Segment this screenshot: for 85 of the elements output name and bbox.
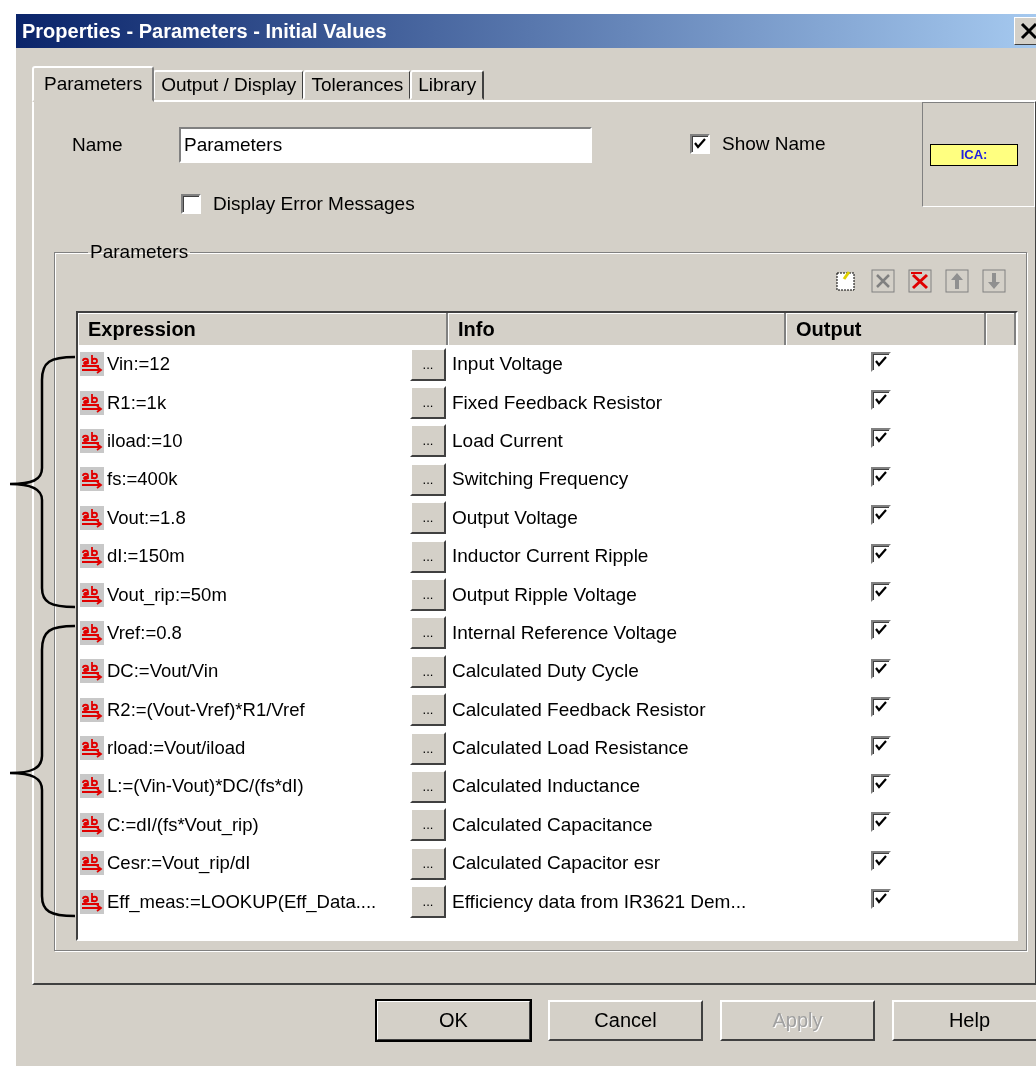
- group-title: Parameters: [89, 241, 190, 263]
- expression-icon: [80, 659, 104, 684]
- ellipsis-button[interactable]: ...: [410, 539, 446, 573]
- ellipsis-button[interactable]: ...: [410, 808, 446, 842]
- expression-icon: [80, 697, 104, 722]
- tab[interactable]: Output / Display: [153, 70, 305, 100]
- info-text: Calculated Capacitor esr: [451, 852, 662, 875]
- dialog-button[interactable]: Help: [892, 1000, 1036, 1041]
- expression-text: Vout:=1.8: [107, 506, 187, 529]
- ellipsis-button[interactable]: ...: [410, 654, 446, 688]
- ellipsis-button[interactable]: ...: [410, 501, 446, 535]
- tab[interactable]: Tolerances: [303, 70, 412, 100]
- expression-text: Vout_rip:=50m: [107, 583, 228, 606]
- ellipsis-button[interactable]: ...: [410, 846, 446, 880]
- info-text: Switching Frequency: [451, 468, 630, 491]
- checkbox-label: Show Name: [722, 133, 826, 155]
- ellipsis-button[interactable]: ...: [410, 770, 446, 803]
- expression-icon: [80, 428, 104, 453]
- ellipsis-button[interactable]: ...: [410, 578, 446, 612]
- expression-icon: [80, 812, 104, 837]
- component-label: ICA:: [930, 143, 1018, 166]
- dialog-button[interactable]: Cancel: [548, 1000, 703, 1041]
- info-text: Fixed Feedback Resistor: [451, 391, 664, 414]
- info-text: Calculated Duty Cycle: [451, 660, 640, 683]
- expression-text: fs:=400k: [107, 468, 179, 491]
- expression-text: R1:=1k: [107, 391, 168, 414]
- expression-text: Vin:=12: [107, 353, 171, 376]
- expression-icon: [80, 582, 104, 607]
- header-blank: [986, 313, 1016, 345]
- expression-text: dI:=150m: [107, 545, 186, 568]
- info-text: Calculated Feedback Resistor: [451, 698, 707, 721]
- ellipsis-button[interactable]: ...: [410, 731, 446, 765]
- expression-text: R2:=(Vout-Vref)*R1/Vref: [107, 698, 306, 721]
- expression-icon: [80, 505, 104, 530]
- delete-icon[interactable]: [871, 269, 895, 293]
- expression-text: rload:=Vout/iload: [107, 737, 247, 760]
- expression-icon: [80, 736, 104, 761]
- expression-icon: [80, 620, 104, 645]
- ellipsis-button[interactable]: ...: [410, 616, 446, 650]
- ellipsis-button[interactable]: ...: [410, 693, 446, 727]
- column-header[interactable]: Expression: [78, 313, 448, 345]
- expression-icon: [80, 851, 104, 876]
- window-title: Properties - Parameters - Initial Values: [21, 19, 387, 43]
- ellipsis-button[interactable]: ...: [410, 386, 446, 420]
- info-text: Calculated Capacitance: [451, 813, 654, 836]
- expression-icon: [80, 544, 104, 569]
- info-text: Load Current: [451, 429, 564, 452]
- info-text: Calculated Inductance: [451, 775, 641, 798]
- info-text: Calculated Load Resistance: [451, 737, 690, 760]
- tab[interactable]: Parameters: [32, 66, 155, 102]
- name-field[interactable]: Parameters: [179, 127, 592, 163]
- expression-icon: [80, 889, 104, 914]
- expression-text: Eff_meas:=LOOKUP(Eff_Data....: [107, 890, 378, 913]
- column-header[interactable]: Output: [786, 313, 986, 345]
- info-text: Efficiency data from IR3621 Dem...: [451, 890, 748, 913]
- new-row-icon[interactable]: [834, 269, 858, 293]
- ellipsis-button[interactable]: ...: [410, 885, 446, 919]
- expression-text: L:=(Vin-Vout)*DC/(fs*dI): [107, 775, 305, 798]
- checkbox[interactable]: [181, 194, 201, 214]
- info-text: Internal Reference Voltage: [451, 621, 678, 644]
- expression-text: Vref:=0.8: [107, 621, 183, 644]
- column-header[interactable]: Info: [448, 313, 786, 345]
- info-text: Output Voltage: [451, 506, 579, 529]
- info-text: Input Voltage: [451, 353, 564, 376]
- ellipsis-button[interactable]: ...: [410, 424, 446, 458]
- ellipsis-button[interactable]: ...: [410, 462, 446, 496]
- info-text: Output Ripple Voltage: [451, 583, 638, 606]
- expression-text: DC:=Vout/Vin: [107, 660, 220, 683]
- delete-all-icon[interactable]: [908, 269, 932, 293]
- expression-icon: [80, 390, 104, 415]
- expression-icon: [80, 467, 104, 492]
- tab[interactable]: Library: [410, 70, 485, 100]
- checkbox[interactable]: [690, 134, 710, 154]
- expression-text: C:=dI/(fs*Vout_rip): [107, 813, 260, 836]
- expression-text: Cesr:=Vout_rip/dI: [107, 852, 252, 875]
- expression-icon: [80, 352, 104, 377]
- dialog-button[interactable]: OK: [376, 1000, 531, 1041]
- checkbox-label: Display Error Messages: [213, 193, 415, 215]
- expression-text: iload:=10: [107, 429, 184, 452]
- ellipsis-button[interactable]: ...: [410, 347, 446, 381]
- name-label: Name: [72, 134, 124, 156]
- close-button[interactable]: [1014, 17, 1036, 45]
- close-icon: [1019, 21, 1036, 41]
- info-text: Inductor Current Ripple: [451, 545, 650, 568]
- expression-icon: [80, 774, 104, 799]
